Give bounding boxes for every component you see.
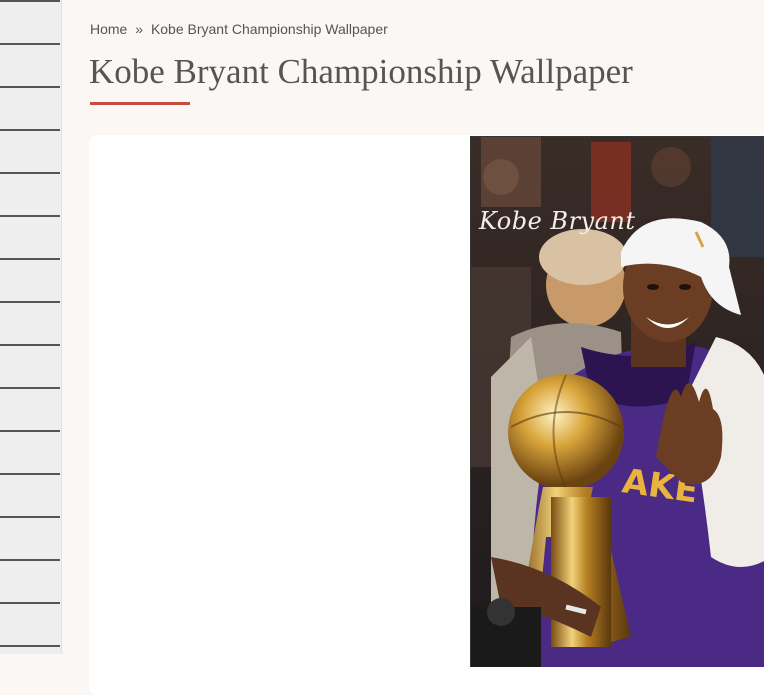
sidebar-divider bbox=[0, 258, 60, 260]
wallpaper-image[interactable]: AKE Kobe Bryant bbox=[470, 136, 764, 667]
sidebar-divider bbox=[0, 473, 60, 475]
sidebar-divider bbox=[0, 215, 60, 217]
breadcrumb-home-link[interactable]: Home bbox=[90, 21, 127, 37]
sidebar-divider bbox=[0, 430, 60, 432]
left-sidebar bbox=[0, 0, 62, 654]
sidebar-divider bbox=[0, 172, 60, 174]
sidebar-divider bbox=[0, 129, 60, 131]
sidebar-divider bbox=[0, 387, 60, 389]
sidebar-divider bbox=[0, 43, 60, 45]
page-title: Kobe Bryant Championship Wallpaper bbox=[89, 52, 633, 91]
signature-text: Kobe Bryant bbox=[479, 207, 636, 235]
sidebar-divider bbox=[0, 559, 60, 561]
sidebar-divider bbox=[0, 0, 60, 2]
sidebar-divider bbox=[0, 516, 60, 518]
breadcrumb-current: Kobe Bryant Championship Wallpaper bbox=[150, 21, 388, 37]
breadcrumb-separator: » bbox=[135, 21, 144, 37]
sidebar-divider bbox=[0, 86, 60, 88]
sidebar-divider bbox=[0, 301, 60, 303]
sidebar-divider bbox=[0, 645, 60, 647]
sidebar-divider bbox=[0, 344, 60, 346]
title-underline bbox=[90, 102, 190, 105]
sidebar-divider bbox=[0, 602, 60, 604]
breadcrumb: Home » Kobe Bryant Championship Wallpape… bbox=[90, 21, 388, 37]
